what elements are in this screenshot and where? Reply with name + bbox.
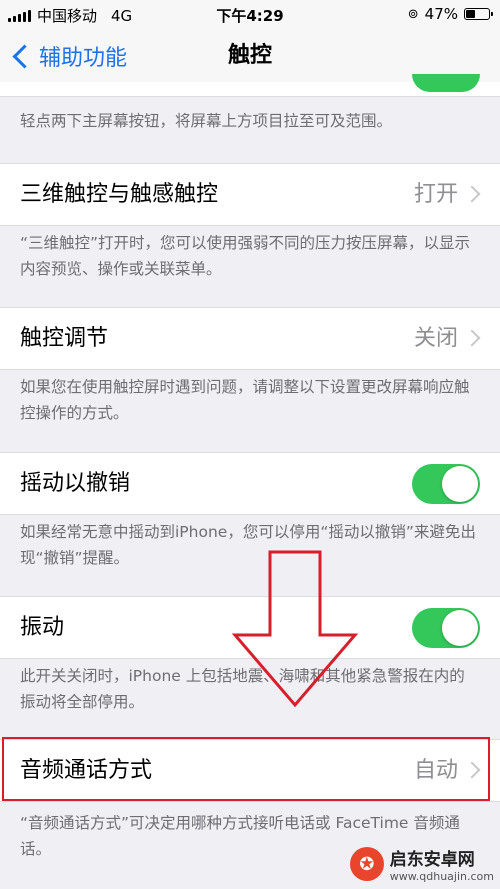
watermark-logo-icon: ✪ [349,847,384,881]
chevron-left-icon [12,43,37,69]
touch-accommodations-row[interactable]: 触控调节 关闭 [0,307,500,370]
toggle-knob [442,466,478,502]
watermark-url: www.qdhuajin.com [389,870,494,883]
vibration-row: 振动 [0,596,500,659]
chevron-right-icon [463,185,481,203]
battery-percent: 47% [424,5,458,23]
call-audio-routing-row[interactable]: 音频通话方式 自动 [0,739,500,802]
shake-to-undo-row: 摇动以撤销 [0,452,500,515]
chevron-right-icon [463,329,481,347]
touch-accommodations-label: 触控调节 [20,326,109,351]
rotation-lock-icon: ⊚ [407,6,419,22]
back-button-label: 辅助功能 [39,46,128,71]
vibration-label: 振动 [20,615,65,640]
back-button[interactable]: 辅助功能 [10,30,127,82]
call-audio-routing-value: 自动 [413,758,458,783]
touch3d-footer: “三维触控”打开时，您可以使用强弱不同的压力按压屏幕，以显示内容预览、操作或关联… [20,234,471,278]
vibration-toggle[interactable] [412,608,480,648]
touch3d-value: 打开 [413,182,458,207]
shake-to-undo-footer: 如果经常无意中摇动到iPhone，您可以停用“摇动以撤销”来避免出现“撤销”提醒… [20,523,476,567]
touch-accommodations-value: 关闭 [413,326,458,351]
status-bar: 中国移动 4G 下午4:29 ⊚ 47% [0,0,500,30]
status-right: ⊚ 47% [407,5,493,23]
reachability-toggle[interactable] [412,74,480,92]
watermark-name: 启东安卓网 [389,850,475,870]
shake-to-undo-toggle[interactable] [412,464,480,504]
call-audio-routing-label: 音频通话方式 [20,758,153,783]
shake-to-undo-label: 摇动以撤销 [20,471,131,496]
battery-icon [464,8,493,20]
vibration-footer: 此开关关闭时，iPhone 上包括地震、海啸和其他紧急警报在内的振动将全部停用。 [20,667,465,711]
touch-accommodations-footer: 如果您在使用触控屏时遇到问题，请调整以下设置更改屏幕响应触控操作的方式。 [20,378,470,422]
reachability-cell-partial [0,74,500,97]
reachability-footer: 轻点两下主屏幕按钮，将屏幕上方项目拉至可及范围。 [20,112,393,130]
chevron-right-icon [463,761,481,779]
watermark: ✪ 启东安卓网 www.qdhuajin.com [349,845,494,883]
touch3d-row[interactable]: 三维触控与触感触控 打开 [0,163,500,226]
toggle-knob [442,610,478,646]
touch3d-label: 三维触控与触感触控 [20,182,219,207]
